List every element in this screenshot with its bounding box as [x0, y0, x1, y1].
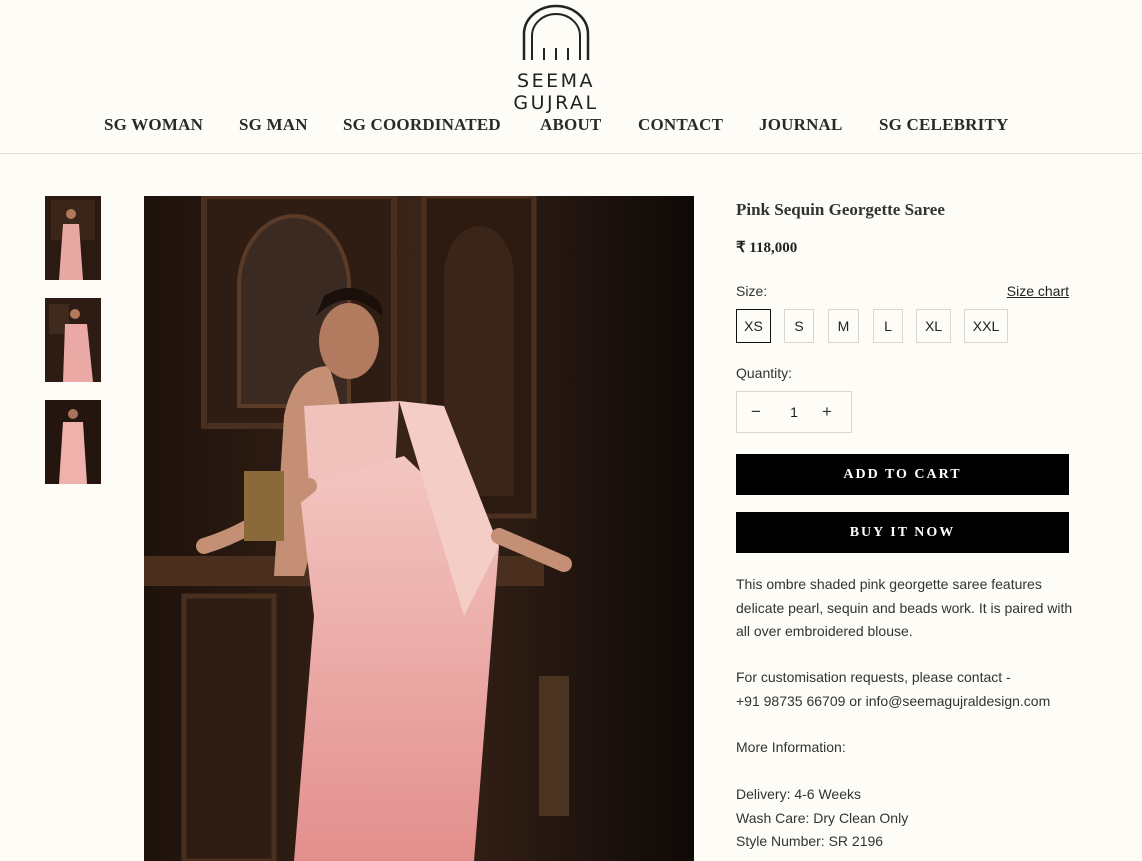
style-number-detail: Style Number: SR 2196 — [736, 833, 884, 849]
nav-contact[interactable]: CONTACT — [638, 115, 723, 135]
size-option-l[interactable]: L — [873, 309, 903, 343]
nav-journal[interactable]: JOURNAL — [759, 115, 843, 135]
product-photo — [144, 196, 694, 861]
description-line: all over embroidered blouse. — [736, 623, 913, 639]
brand-logo[interactable]: SEEMA GUJRAL — [471, 4, 641, 114]
product-details: Delivery: 4-6 Weeks Wash Care: Dry Clean… — [736, 783, 1076, 854]
plus-icon[interactable]: + — [822, 402, 832, 422]
delivery-detail: Delivery: 4-6 Weeks — [736, 786, 862, 802]
minus-icon[interactable]: − — [751, 402, 761, 422]
description-line: delicate pearl, sequin and beads work. I… — [736, 599, 1073, 616]
customisation-line: For customisation requests, please conta… — [736, 669, 1011, 685]
nav-sg-woman[interactable]: SG WOMAN — [104, 115, 203, 135]
product-title: Pink Sequin Georgette Saree — [736, 200, 945, 219]
product-main-image[interactable] — [144, 196, 694, 861]
product-thumbnail[interactable] — [45, 196, 101, 280]
buy-it-now-button[interactable]: BUY IT NOW — [736, 512, 1069, 553]
product-thumbnail[interactable] — [45, 400, 101, 484]
product-description: This ombre shaded pink georgette saree f… — [736, 573, 1076, 644]
quantity-stepper: − 1 + — [736, 391, 852, 433]
customisation-contact[interactable]: +91 98735 66709 or info@seemagujraldesig… — [736, 690, 1076, 714]
product-price: ₹ 118,000 — [736, 240, 798, 256]
quantity-value[interactable]: 1 — [787, 404, 801, 420]
add-to-cart-button[interactable]: ADD TO CART — [736, 454, 1069, 495]
size-label: Size: — [736, 283, 768, 299]
wash-care-detail: Wash Care: Dry Clean Only — [736, 809, 909, 826]
nav-sg-coordinated[interactable]: SG COORDINATED — [343, 115, 501, 135]
site-header: SEEMA GUJRAL SG WOMAN SG MAN SG COORDINA… — [0, 0, 1142, 154]
thumbnail-image — [45, 298, 101, 382]
nav-sg-celebrity[interactable]: SG CELEBRITY — [879, 115, 1008, 135]
more-info-label: More Information: — [736, 739, 846, 755]
main-nav: SG WOMAN SG MAN SG COORDINATED ABOUT CON… — [0, 115, 1142, 137]
size-option-m[interactable]: M — [828, 309, 859, 343]
nav-sg-man[interactable]: SG MAN — [239, 115, 308, 135]
product-thumbnail[interactable] — [45, 298, 101, 382]
size-option-xxl[interactable]: XXL — [964, 309, 1008, 343]
size-option-xs[interactable]: XS — [736, 309, 771, 343]
quantity-label: Quantity: — [736, 365, 793, 381]
thumbnail-image — [45, 196, 101, 280]
size-option-xl[interactable]: XL — [916, 309, 951, 343]
size-option-s[interactable]: S — [784, 309, 814, 343]
brand-name: SEEMA GUJRAL — [513, 70, 599, 114]
thumbnail-image — [45, 400, 101, 484]
customisation-info: For customisation requests, please conta… — [736, 666, 1076, 713]
size-chart-link[interactable]: Size chart — [1007, 283, 1069, 299]
description-line: This ombre shaded pink georgette saree f… — [736, 576, 1042, 592]
nav-about[interactable]: ABOUT — [540, 115, 601, 135]
arch-logo-icon — [522, 4, 590, 60]
